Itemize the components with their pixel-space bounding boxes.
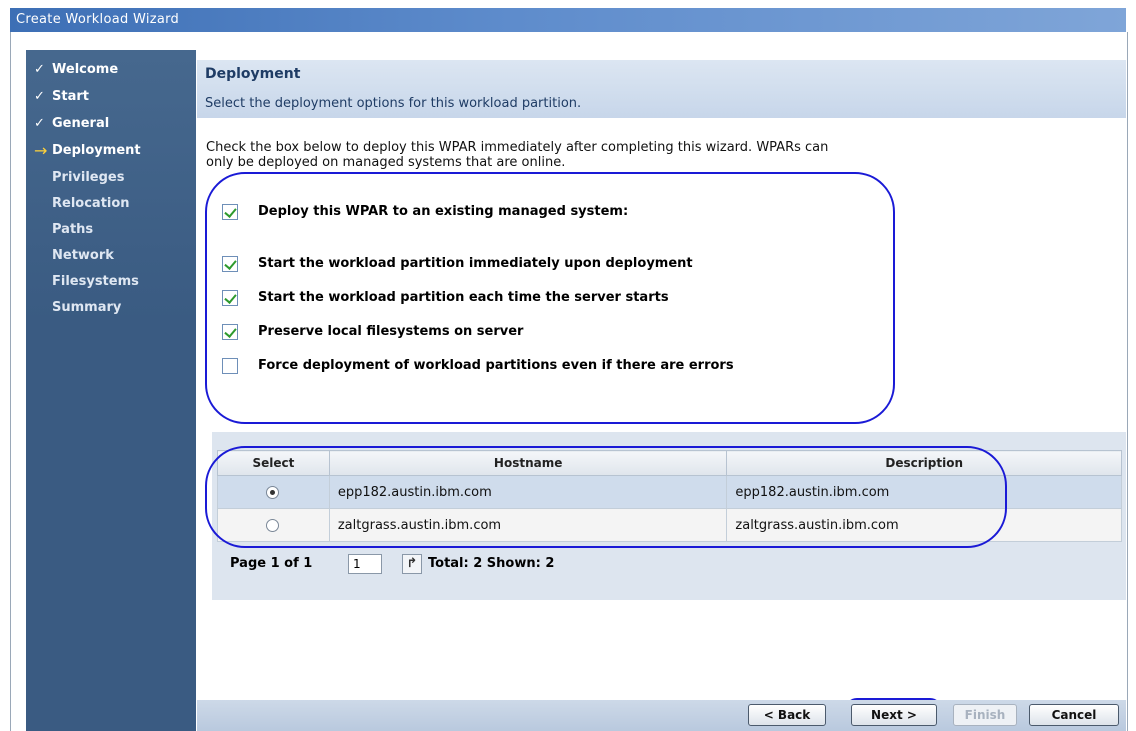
intro-text: Check the box below to deploy this WPAR … bbox=[206, 140, 1121, 170]
finish-button: Finish bbox=[953, 704, 1017, 726]
go-arrow-icon: ↱ bbox=[406, 556, 418, 571]
step-label: Network bbox=[52, 248, 114, 263]
step-start: ✓ Start bbox=[26, 86, 196, 108]
radio-button[interactable] bbox=[266, 518, 280, 532]
step-label: Privileges bbox=[52, 170, 125, 185]
step-deployment: → Deployment bbox=[26, 140, 196, 162]
check-icon: ✓ bbox=[34, 62, 45, 77]
step-label: Start bbox=[52, 89, 89, 104]
checkbox[interactable] bbox=[222, 256, 238, 272]
check-icon: ✓ bbox=[34, 116, 45, 131]
page-subtitle: Select the deployment options for this w… bbox=[205, 96, 582, 111]
cancel-button[interactable]: Cancel bbox=[1029, 704, 1119, 726]
step-privileges: Privileges bbox=[26, 167, 196, 189]
step-relocation: Relocation bbox=[26, 193, 196, 215]
page-title: Deployment bbox=[205, 66, 301, 82]
step-label: Paths bbox=[52, 222, 94, 237]
step-label: Deployment bbox=[52, 143, 141, 158]
managed-systems-table: Select Hostname Description epp182.austi… bbox=[217, 450, 1122, 542]
table-row[interactable]: epp182.austin.ibm.com epp182.austin.ibm.… bbox=[217, 475, 1122, 509]
checkbox-label: Preserve local filesystems on server bbox=[258, 324, 524, 339]
step-label: General bbox=[52, 116, 110, 131]
intro-line: only be deployed on managed systems that… bbox=[206, 155, 566, 170]
page-header: Deployment Select the deployment options… bbox=[197, 60, 1126, 118]
checkbox[interactable] bbox=[222, 358, 238, 374]
checkbox-label: Deploy this WPAR to an existing managed … bbox=[258, 204, 629, 219]
hostname-cell: zaltgrass.austin.ibm.com bbox=[328, 508, 728, 542]
step-welcome: ✓ Welcome bbox=[26, 59, 196, 81]
column-header-hostname[interactable]: Hostname bbox=[328, 450, 728, 476]
wizard-steps-sidebar: ✓ Welcome ✓ Start ✓ General → Deployment… bbox=[26, 50, 196, 731]
go-page-button[interactable]: ↱ bbox=[402, 554, 422, 574]
step-label: Relocation bbox=[52, 196, 130, 211]
next-button[interactable]: Next > bbox=[851, 704, 937, 726]
hostname-cell: epp182.austin.ibm.com bbox=[328, 475, 728, 509]
checkbox-label: Start the workload partition immediately… bbox=[258, 256, 693, 271]
step-label: Summary bbox=[52, 300, 122, 315]
checkbox[interactable] bbox=[222, 324, 238, 340]
intro-line: Check the box below to deploy this WPAR … bbox=[206, 140, 829, 155]
page-number-input[interactable] bbox=[348, 554, 382, 574]
checkbox-label: Force deployment of workload partitions … bbox=[258, 358, 734, 373]
window-title: Create Workload Wizard bbox=[16, 12, 180, 27]
description-cell: zaltgrass.austin.ibm.com bbox=[726, 508, 1122, 542]
step-label: Welcome bbox=[52, 62, 119, 77]
step-general: ✓ General bbox=[26, 113, 196, 135]
page-summary: Total: 2 Shown: 2 bbox=[428, 556, 555, 571]
window-title-bar: Create Workload Wizard bbox=[10, 8, 1126, 32]
check-icon: ✓ bbox=[34, 89, 45, 104]
select-cell[interactable] bbox=[217, 475, 330, 509]
checkbox[interactable] bbox=[222, 290, 238, 306]
back-button[interactable]: < Back bbox=[748, 704, 826, 726]
select-cell[interactable] bbox=[217, 508, 330, 542]
page-label: Page 1 of 1 bbox=[230, 556, 313, 571]
arrow-right-icon: → bbox=[34, 141, 48, 160]
column-header-description[interactable]: Description bbox=[726, 450, 1122, 476]
description-cell: epp182.austin.ibm.com bbox=[726, 475, 1122, 509]
radio-button[interactable] bbox=[266, 485, 280, 499]
step-label: Filesystems bbox=[52, 274, 139, 289]
table-header-row: Select Hostname Description bbox=[217, 450, 1122, 476]
table-pager: Page 1 of 1 ↱ Total: 2 Shown: 2 bbox=[230, 552, 554, 576]
step-summary: Summary bbox=[26, 297, 196, 319]
step-filesystems: Filesystems bbox=[26, 271, 196, 293]
step-network: Network bbox=[26, 245, 196, 267]
checkbox[interactable] bbox=[222, 204, 238, 220]
step-paths: Paths bbox=[26, 219, 196, 241]
table-row[interactable]: zaltgrass.austin.ibm.com zaltgrass.austi… bbox=[217, 508, 1122, 542]
column-header-select[interactable]: Select bbox=[217, 450, 330, 476]
checkbox-label: Start the workload partition each time t… bbox=[258, 290, 669, 305]
